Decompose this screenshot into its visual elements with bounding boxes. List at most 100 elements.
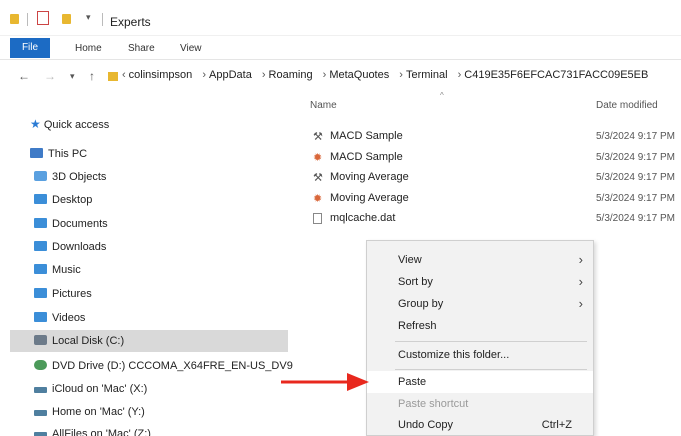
recent-locations-icon[interactable]: ▾: [70, 71, 75, 82]
menu-item-view[interactable]: View ›: [367, 249, 593, 271]
nav-item-label: Local Disk (C:): [52, 335, 125, 347]
folder-icon: [34, 241, 47, 251]
nav-item-label: Home on 'Mac' (Y:): [52, 406, 145, 418]
file-date: 5/3/2024 9:17 PM: [596, 193, 675, 204]
menu-item-undo-copy[interactable]: Undo Copy Ctrl+Z: [367, 414, 593, 436]
file-row[interactable]: ✹ Moving Average 5/3/2024 9:17 PM: [308, 189, 681, 209]
nav-item-desktop[interactable]: Desktop: [34, 190, 92, 210]
properties-icon[interactable]: [37, 11, 49, 25]
network-drive-icon: [34, 387, 47, 393]
column-header-date[interactable]: Date modified: [596, 100, 658, 111]
sort-indicator-icon: ^: [440, 91, 444, 100]
file-row[interactable]: mqlcache.dat 5/3/2024 9:17 PM: [308, 209, 681, 229]
menu-item-group-by[interactable]: Group by ›: [367, 293, 593, 315]
chevron-right-icon: ‹: [122, 69, 126, 81]
folder-icon: [34, 194, 47, 204]
dvd-icon: [34, 360, 47, 370]
navigation-pane: ★ Quick access This PC 3D Objects Deskto…: [0, 96, 296, 436]
forward-arrow-icon[interactable]: →: [44, 69, 56, 83]
folder-icon: [34, 264, 47, 274]
file-row[interactable]: ⚒ MACD Sample 5/3/2024 9:17 PM: [308, 127, 681, 147]
keyboard-shortcut: Ctrl+Z: [541, 419, 572, 431]
menu-item-label: Group by: [398, 298, 444, 310]
nav-item-local-disk[interactable]: Local Disk (C:): [34, 331, 124, 351]
nav-item-dvd-drive[interactable]: DVD Drive (D:) CCCOMA_X64FRE_EN-US_DV9: [34, 356, 293, 376]
file-date: 5/3/2024 9:17 PM: [596, 152, 675, 163]
3d-objects-icon: [34, 171, 47, 181]
nav-item-label: Downloads: [52, 241, 107, 253]
file-date: 5/3/2024 9:17 PM: [596, 131, 675, 142]
breadcrumb[interactable]: ‹ colinsimpson › AppData › Roaming › MetaQuo…: [118, 69, 651, 81]
file-name: MACD Sample: [330, 130, 403, 142]
nav-item-label: This PC: [48, 148, 88, 160]
network-drive-icon: [34, 410, 47, 416]
nav-item-label: AllFiles on 'Mac' (Z:): [52, 428, 151, 436]
file-row[interactable]: ✹ MACD Sample 5/3/2024 9:17 PM: [308, 148, 681, 168]
nav-item-pictures[interactable]: Pictures: [34, 284, 92, 304]
nav-item-documents[interactable]: Documents: [34, 214, 108, 234]
tab-share[interactable]: Share: [128, 43, 155, 54]
quick-access-dropdown-icon[interactable]: ▾: [86, 12, 91, 23]
menu-item-label: Undo Copy: [398, 419, 454, 431]
folder-icon: [10, 14, 19, 24]
nav-item-this-pc[interactable]: This PC: [30, 144, 87, 164]
mq5-file-icon: ⚒: [313, 172, 323, 184]
breadcrumb-segment[interactable]: MetaQuotes: [329, 69, 389, 81]
file-name: Moving Average: [330, 192, 409, 204]
nav-item-quick-access[interactable]: ★ Quick access: [30, 114, 109, 134]
address-bar: ← → ▾ ↑ ‹ colinsimpson › AppData › Roaming …: [0, 62, 681, 90]
nav-item-home-mac[interactable]: Home on 'Mac' (Y:): [34, 402, 145, 422]
menu-separator: [395, 369, 587, 370]
tab-view[interactable]: View: [180, 43, 202, 54]
menu-item-customize-folder[interactable]: Customize this folder...: [367, 344, 593, 366]
back-arrow-icon[interactable]: ←: [18, 69, 30, 83]
menu-item-paste-shortcut[interactable]: Paste shortcut: [367, 393, 593, 415]
window-title: Experts: [110, 15, 151, 29]
ex5-file-icon: ✹: [313, 152, 323, 164]
file-date: 5/3/2024 9:17 PM: [596, 172, 675, 183]
nav-item-label: Desktop: [52, 194, 93, 206]
network-drive-icon: [34, 432, 47, 436]
nav-item-3d-objects[interactable]: 3D Objects: [34, 167, 106, 187]
menu-item-refresh[interactable]: Refresh: [367, 315, 593, 337]
folder-icon: [108, 72, 118, 81]
file-name: MACD Sample: [330, 151, 403, 163]
ex5-file-icon: ✹: [313, 193, 323, 205]
breadcrumb-segment[interactable]: AppData: [209, 69, 252, 81]
nav-item-label: Documents: [52, 218, 108, 230]
breadcrumb-segment[interactable]: Roaming: [269, 69, 313, 81]
folder-icon: [34, 312, 47, 322]
nav-item-videos[interactable]: Videos: [34, 308, 85, 328]
breadcrumb-segment[interactable]: C419E35F6EFCAC731FACC09E5EB: [464, 69, 648, 81]
menu-item-label: Customize this folder...: [398, 349, 510, 361]
nav-item-downloads[interactable]: Downloads: [34, 237, 106, 257]
disk-icon: [34, 335, 47, 345]
breadcrumb-segment[interactable]: colinsimpson: [129, 69, 193, 81]
menu-item-label: Paste shortcut: [398, 398, 469, 410]
nav-item-label: Videos: [52, 312, 86, 324]
new-folder-icon[interactable]: [62, 14, 71, 24]
file-name: mqlcache.dat: [330, 212, 396, 224]
file-name: Moving Average: [330, 171, 409, 183]
chevron-right-icon: ›: [399, 69, 403, 81]
breadcrumb-segment[interactable]: Terminal: [406, 69, 448, 81]
menu-item-paste[interactable]: Paste: [367, 371, 593, 393]
menu-item-sort-by[interactable]: Sort by ›: [367, 271, 593, 293]
nav-item-music[interactable]: Music: [34, 260, 81, 280]
chevron-right-icon: ›: [578, 274, 583, 289]
red-arrow-icon: [281, 373, 369, 391]
divider: [102, 13, 103, 26]
chevron-right-icon: ›: [322, 69, 327, 81]
nav-item-icloud[interactable]: iCloud on 'Mac' (X:): [34, 379, 147, 399]
chevron-right-icon: ›: [202, 69, 206, 81]
up-arrow-icon[interactable]: ↑: [89, 69, 95, 83]
column-header-name[interactable]: Name: [310, 100, 337, 111]
tab-home[interactable]: Home: [75, 43, 102, 54]
star-icon: ★: [30, 117, 41, 131]
tab-file[interactable]: File: [10, 38, 50, 58]
nav-item-label: DVD Drive (D:) CCCOMA_X64FRE_EN-US_DV9: [52, 360, 293, 372]
title-bar: ▾ Experts: [0, 0, 681, 36]
chevron-right-icon: ›: [578, 252, 583, 267]
file-row[interactable]: ⚒ Moving Average 5/3/2024 9:17 PM: [308, 168, 681, 188]
nav-item-allfiles-mac[interactable]: AllFiles on 'Mac' (Z:): [34, 424, 151, 436]
